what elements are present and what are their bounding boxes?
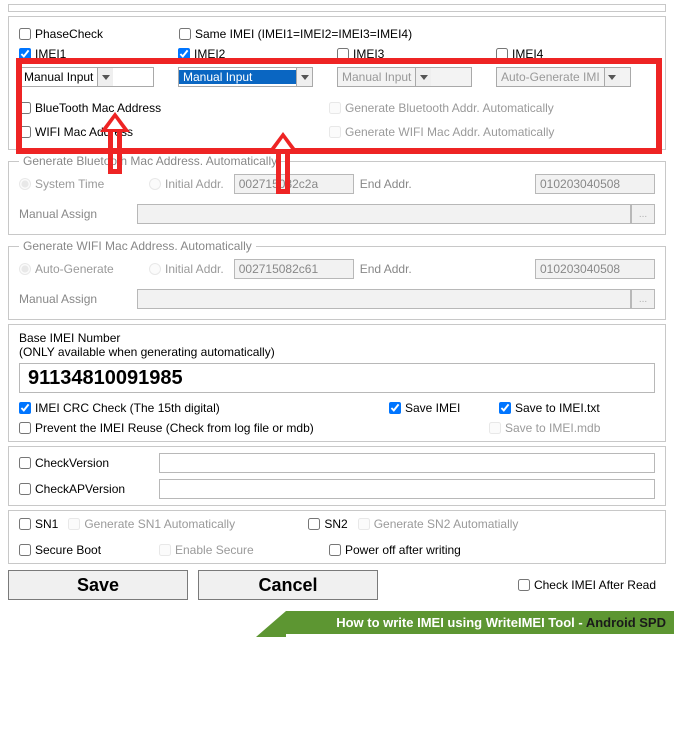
imei1-checkbox[interactable]: IMEI1 <box>19 47 66 61</box>
check-imei-after-label: Check IMEI After Read <box>534 578 656 592</box>
sn2-checkbox[interactable]: SN2 <box>308 517 347 531</box>
chevron-down-icon <box>296 68 312 86</box>
save-imei-txt-checkbox[interactable]: Save to IMEI.txt <box>499 401 600 415</box>
crc-label: IMEI CRC Check (The 15th digital) <box>35 401 220 415</box>
wifi-mac-label: WIFI Mac Address <box>35 125 133 139</box>
enable-secure-checkbox: Enable Secure <box>159 543 319 557</box>
wifi-manual-input <box>137 289 631 309</box>
bt-systime-label: System Time <box>35 177 104 191</box>
wifi-endaddr-input <box>535 259 655 279</box>
imei2-mode-dropdown[interactable]: Manual Input <box>178 67 313 87</box>
save-imei-mdb-checkbox: Save to IMEI.mdb <box>489 421 600 435</box>
enable-secure-label: Enable Secure <box>175 543 254 557</box>
bt-group-legend: Generate Bluetooth Mac Address. Automati… <box>19 154 281 168</box>
bt-initaddr-input <box>234 174 354 194</box>
imei4-mode-value: Auto-Generate IMI <box>497 70 604 84</box>
bt-manual-label: Manual Assign <box>19 207 129 221</box>
wifi-endaddr-label: End Addr. <box>360 262 412 276</box>
wifi-manual-browse-button: ... <box>631 289 655 309</box>
imei3-checkbox[interactable]: IMEI3 <box>337 47 384 61</box>
checkversion-input[interactable] <box>159 453 655 473</box>
save-button[interactable]: Save <box>8 570 188 600</box>
imei1-label: IMEI1 <box>35 47 66 61</box>
footer-text-1: How to write IMEI using WriteIMEI Tool - <box>336 615 586 630</box>
chevron-down-icon <box>97 68 113 86</box>
bt-mac-checkbox[interactable]: BlueTooth Mac Address <box>19 101 319 115</box>
checkapversion-checkbox[interactable]: CheckAPVersion <box>19 482 149 496</box>
imei4-mode-dropdown: Auto-Generate IMI <box>496 67 631 87</box>
gen-sn1-label: Generate SN1 Automatically <box>84 517 235 531</box>
poweroff-checkbox[interactable]: Power off after writing <box>329 543 461 557</box>
bt-systime-radio: System Time <box>19 177 139 191</box>
base-imei-input[interactable] <box>19 363 655 393</box>
gen-sn2-checkbox: Generate SN2 Automatially <box>358 517 519 531</box>
gen-wifi-auto-label: Generate WIFI Mac Addr. Automatically <box>345 125 554 139</box>
save-imei-label: Save IMEI <box>405 401 460 415</box>
footer: How to write IMEI using WriteIMEI Tool -… <box>0 604 674 634</box>
prevent-reuse-checkbox[interactable]: Prevent the IMEI Reuse (Check from log f… <box>19 421 479 435</box>
gen-sn2-label: Generate SN2 Automatially <box>374 517 519 531</box>
bt-manual-input <box>137 204 631 224</box>
wifi-group-legend: Generate WIFI Mac Address. Automatically <box>19 239 256 253</box>
bt-initaddr-label: Initial Addr. <box>165 177 224 191</box>
secure-boot-checkbox[interactable]: Secure Boot <box>19 543 149 557</box>
gen-bt-auto-label: Generate Bluetooth Addr. Automatically <box>345 101 554 115</box>
imei2-checkbox[interactable]: IMEI2 <box>178 47 225 61</box>
check-imei-after-checkbox[interactable]: Check IMEI After Read <box>518 578 656 592</box>
sn2-label: SN2 <box>324 517 347 531</box>
imei1-mode-dropdown[interactable]: Manual Input <box>19 67 154 87</box>
bt-mac-label: BlueTooth Mac Address <box>35 101 161 115</box>
bt-auto-group: Generate Bluetooth Mac Address. Automati… <box>8 154 666 235</box>
sn1-label: SN1 <box>35 517 58 531</box>
imei3-mode-value: Manual Input <box>338 70 415 84</box>
phasecheck-checkbox[interactable]: PhaseCheck <box>19 27 169 41</box>
base-imei-heading: Base IMEI Number <box>19 331 655 345</box>
chevron-down-icon <box>415 68 431 86</box>
imei2-mode-value: Manual Input <box>179 70 296 84</box>
wifi-initaddr-label: Initial Addr. <box>165 262 224 276</box>
save-imei-checkbox[interactable]: Save IMEI <box>389 401 489 415</box>
imei4-label: IMEI4 <box>512 47 543 61</box>
wifi-initaddr-radio: Initial Addr. <box>149 262 224 276</box>
bt-endaddr-label: End Addr. <box>360 177 412 191</box>
wifi-autogen-radio: Auto-Generate <box>19 262 139 276</box>
wifi-mac-checkbox[interactable]: WIFI Mac Address <box>19 125 319 139</box>
cancel-button[interactable]: Cancel <box>198 570 378 600</box>
imei3-label: IMEI3 <box>353 47 384 61</box>
checkversion-label: CheckVersion <box>35 456 109 470</box>
wifi-auto-group: Generate WIFI Mac Address. Automatically… <box>8 239 666 320</box>
same-imei-checkbox[interactable]: Same IMEI (IMEI1=IMEI2=IMEI3=IMEI4) <box>179 27 412 41</box>
bt-endaddr-input <box>535 174 655 194</box>
save-imei-txt-label: Save to IMEI.txt <box>515 401 600 415</box>
crc-checkbox[interactable]: IMEI CRC Check (The 15th digital) <box>19 401 379 415</box>
checkversion-checkbox[interactable]: CheckVersion <box>19 456 149 470</box>
secure-boot-label: Secure Boot <box>35 543 101 557</box>
save-imei-mdb-label: Save to IMEI.mdb <box>505 421 600 435</box>
footer-caption: How to write IMEI using WriteIMEI Tool -… <box>286 611 674 634</box>
wifi-manual-label: Manual Assign <box>19 292 129 306</box>
wifi-initaddr-input <box>234 259 354 279</box>
chevron-down-icon <box>604 68 620 86</box>
gen-bt-auto-checkbox: Generate Bluetooth Addr. Automatically <box>329 101 554 115</box>
phasecheck-label: PhaseCheck <box>35 27 103 41</box>
imei1-mode-value: Manual Input <box>20 70 97 84</box>
imei3-mode-dropdown: Manual Input <box>337 67 472 87</box>
bt-manual-browse-button: ... <box>631 204 655 224</box>
checkapversion-label: CheckAPVersion <box>35 482 125 496</box>
gen-wifi-auto-checkbox: Generate WIFI Mac Addr. Automatically <box>329 125 554 139</box>
footer-text-2: Android SPD <box>586 615 666 630</box>
prevent-reuse-label: Prevent the IMEI Reuse (Check from log f… <box>35 421 314 435</box>
wifi-autogen-label: Auto-Generate <box>35 262 114 276</box>
poweroff-label: Power off after writing <box>345 543 461 557</box>
imei4-checkbox[interactable]: IMEI4 <box>496 47 543 61</box>
checkapversion-input[interactable] <box>159 479 655 499</box>
base-imei-subheading: (ONLY available when generating automati… <box>19 345 655 359</box>
same-imei-label: Same IMEI (IMEI1=IMEI2=IMEI3=IMEI4) <box>195 27 412 41</box>
sn1-checkbox[interactable]: SN1 <box>19 517 58 531</box>
bt-initaddr-radio: Initial Addr. <box>149 177 224 191</box>
gen-sn1-checkbox: Generate SN1 Automatically <box>68 517 298 531</box>
imei2-label: IMEI2 <box>194 47 225 61</box>
